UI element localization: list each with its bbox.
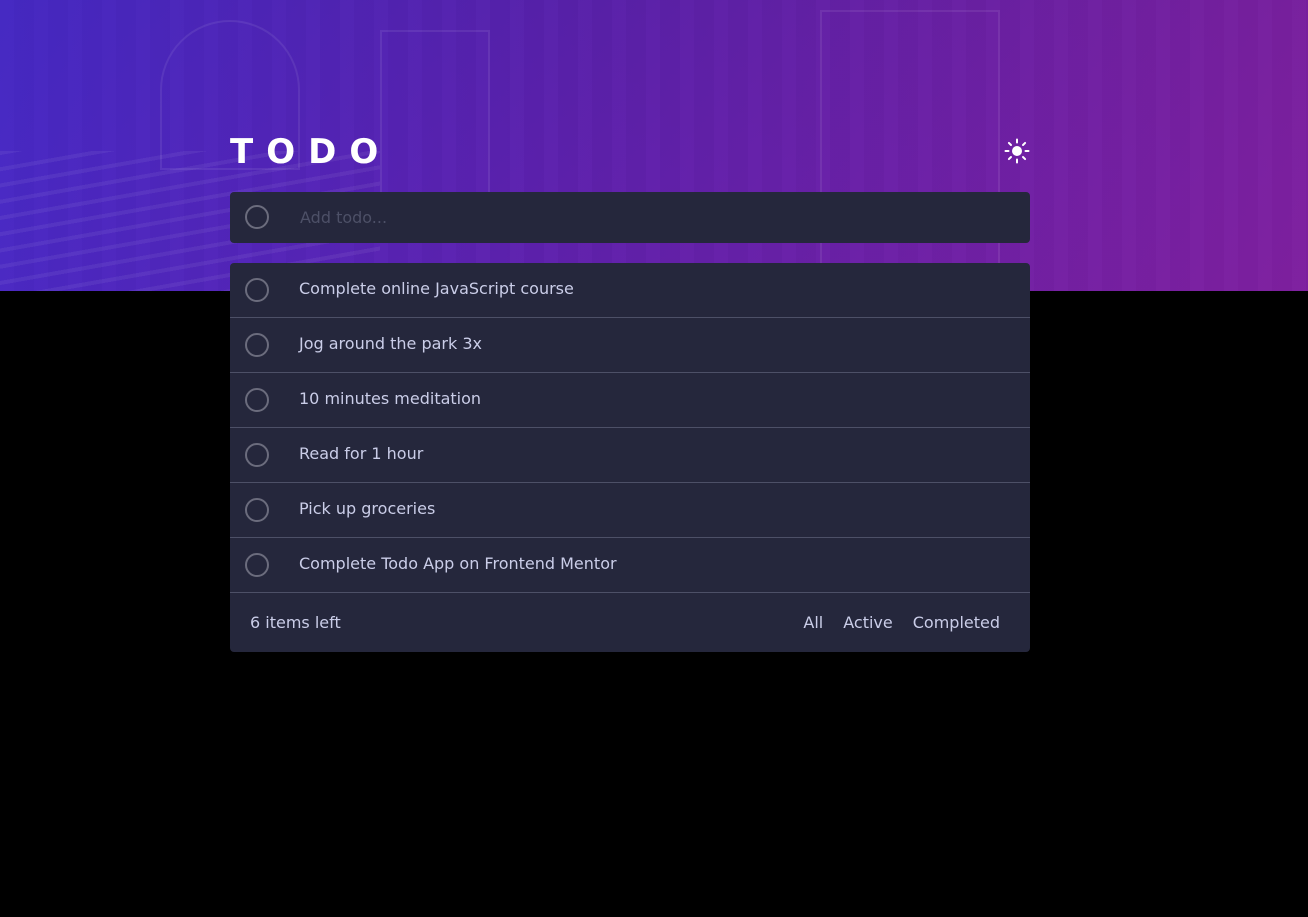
- app-header: TODO: [230, 128, 1030, 176]
- todo-item[interactable]: Complete Todo App on Frontend Mentor: [230, 538, 1030, 593]
- todo-label: 10 minutes meditation: [299, 389, 482, 408]
- todo-checkbox[interactable]: [245, 333, 269, 357]
- filter-all[interactable]: All: [803, 613, 823, 632]
- filter-group: All Active Completed: [803, 613, 1000, 632]
- new-todo-bar: [230, 192, 1030, 243]
- todo-label: Read for 1 hour: [299, 444, 424, 463]
- todo-checkbox[interactable]: [245, 388, 269, 412]
- todo-item[interactable]: Read for 1 hour: [230, 428, 1030, 483]
- filter-completed[interactable]: Completed: [913, 613, 1000, 632]
- todo-checkbox[interactable]: [245, 553, 269, 577]
- todo-item[interactable]: Jog around the park 3x: [230, 318, 1030, 373]
- todo-label: Pick up groceries: [299, 499, 436, 518]
- todo-list: Complete online JavaScript course Jog ar…: [230, 263, 1030, 652]
- new-todo-checkbox[interactable]: [245, 205, 269, 229]
- filter-active[interactable]: Active: [843, 613, 893, 632]
- todo-checkbox[interactable]: [245, 278, 269, 302]
- todo-label: Complete online JavaScript course: [299, 279, 574, 298]
- items-left-count: 6 items left: [250, 613, 341, 632]
- theme-toggle-button[interactable]: [1004, 138, 1030, 164]
- app-title: TODO: [230, 132, 392, 172]
- todo-footer: 6 items left All Active Completed: [230, 593, 1030, 652]
- todo-label: Jog around the park 3x: [299, 334, 482, 353]
- todo-item[interactable]: Complete online JavaScript course: [230, 263, 1030, 318]
- todo-checkbox[interactable]: [245, 443, 269, 467]
- todo-item[interactable]: Pick up groceries: [230, 483, 1030, 538]
- sun-icon: [1004, 138, 1030, 164]
- todo-label: Complete Todo App on Frontend Mentor: [299, 554, 617, 573]
- new-todo-input[interactable]: [300, 202, 1000, 232]
- todo-item[interactable]: 10 minutes meditation: [230, 373, 1030, 428]
- todo-checkbox[interactable]: [245, 498, 269, 522]
